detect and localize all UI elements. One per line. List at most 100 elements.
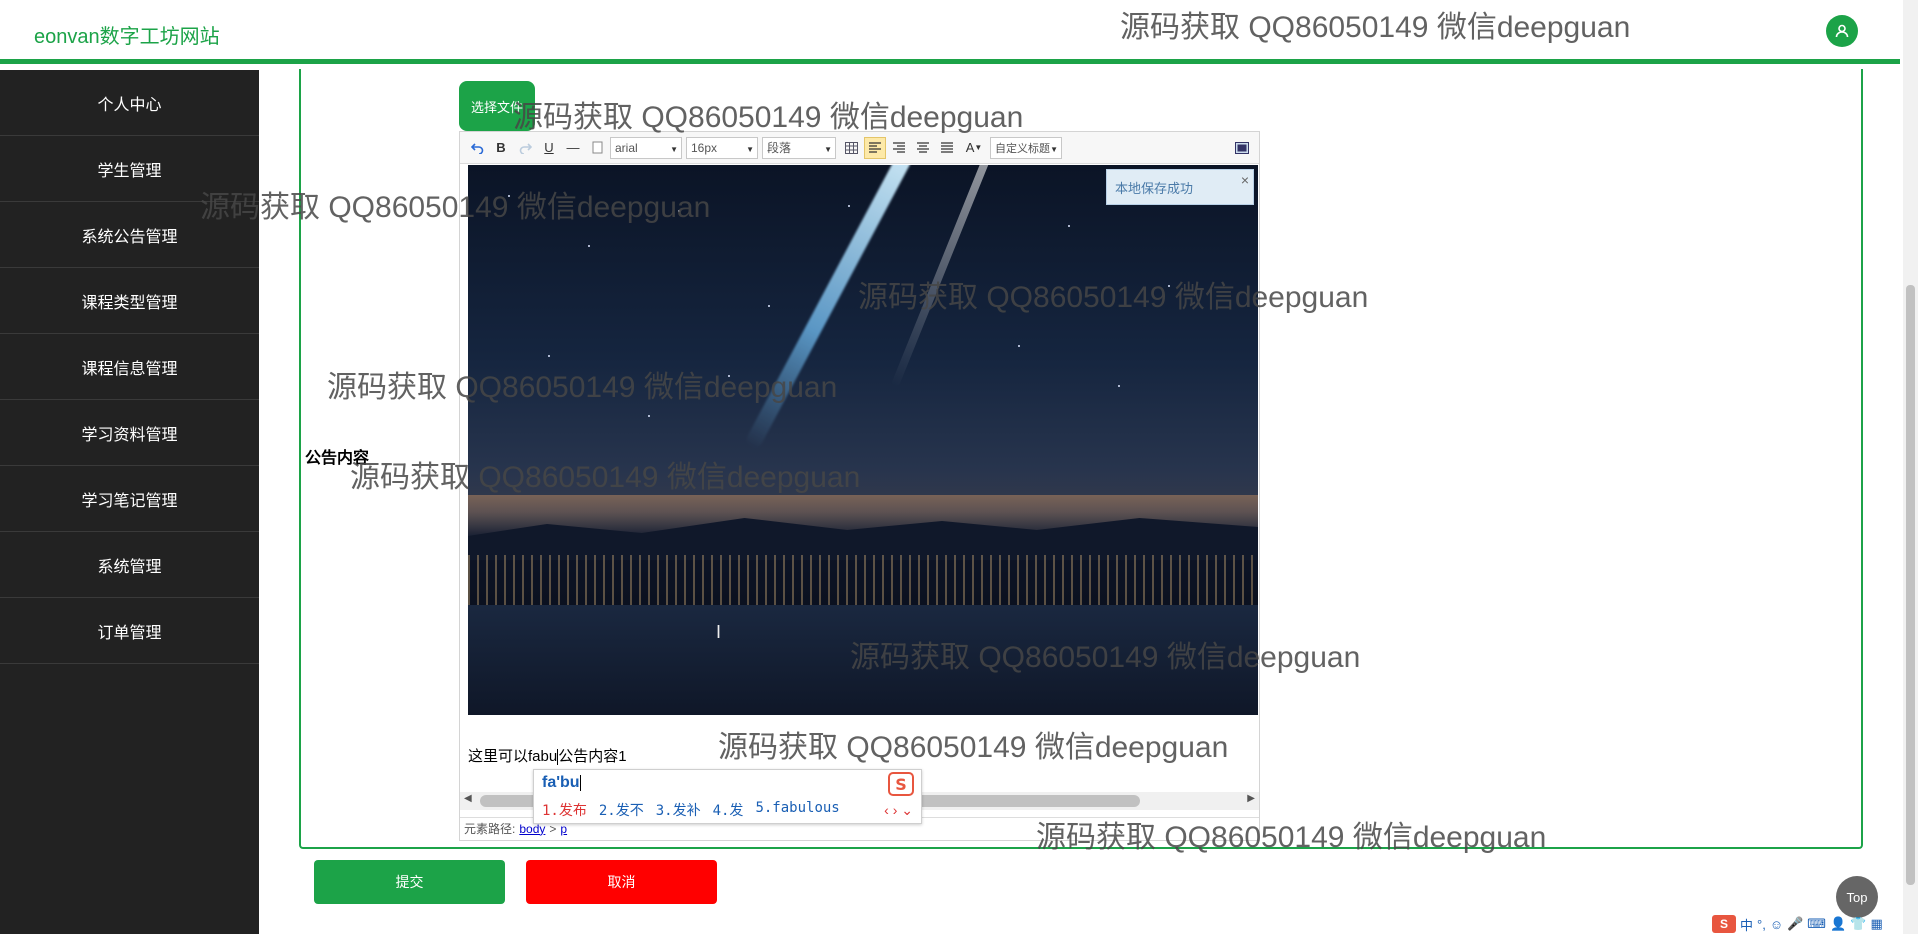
city-lights (468, 555, 1258, 605)
element-path-label: 元素路径: (464, 822, 516, 836)
star (678, 210, 680, 212)
fullscreen-icon[interactable] (1231, 137, 1253, 159)
sidebar-item-system[interactable]: 系统管理 (0, 532, 259, 598)
star (728, 375, 730, 377)
emoji-icon[interactable]: ☺ (1770, 917, 1783, 932)
ime-candidate-window: fa'bu S 1.发布 2.发不 3.发补 4.发 5.fabulous ‹ … (533, 769, 922, 824)
paragraph-select[interactable]: 段落 ▼ (762, 136, 836, 159)
align-justify-icon[interactable] (936, 137, 958, 159)
sidebar-item-materials[interactable]: 学习资料管理 (0, 400, 259, 466)
ime-page-arrows[interactable]: ‹ › ⌄ (884, 802, 913, 819)
ime-pinyin: fa'bu (542, 774, 581, 792)
choose-file-button[interactable]: 选择文件 (459, 81, 535, 131)
back-to-top-button[interactable]: Top (1836, 876, 1878, 918)
star (1168, 285, 1170, 287)
night-sky-image (468, 165, 1258, 715)
close-icon[interactable]: × (1241, 172, 1249, 188)
grid-icon[interactable]: ▦ (1870, 916, 1882, 932)
align-center-icon[interactable] (912, 137, 934, 159)
sidebar-item-course-types[interactable]: 课程类型管理 (0, 268, 259, 334)
top-bar: eonvan数字工坊网站 (0, 0, 1918, 64)
microphone-icon[interactable]: 🎤 (1787, 916, 1803, 932)
sidebar-item-profile[interactable]: 个人中心 (0, 70, 259, 136)
star (848, 205, 850, 207)
sidebar-item-students[interactable]: 学生管理 (0, 136, 259, 202)
font-size-select[interactable]: 16px ▼ (686, 136, 758, 159)
comet-streak (744, 165, 914, 451)
scroll-right-icon[interactable]: ▶ (1247, 793, 1255, 804)
star (1118, 385, 1120, 387)
ime-candidate[interactable]: 5.fabulous (755, 800, 839, 820)
rich-text-editor: B U — arial ▼ 16px ▼ 段落 ▼ A ▼ 自定义标题 ▼ 本地… (459, 131, 1260, 841)
ime-candidates: 1.发布 2.发不 3.发补 4.发 5.fabulous (542, 800, 840, 820)
user-icon (1835, 24, 1849, 38)
text-cursor-icon: I (716, 622, 722, 642)
custom-title-select[interactable]: 自定义标题 ▼ (990, 136, 1062, 159)
chevron-down-icon: ▼ (670, 144, 678, 154)
submit-button[interactable]: 提交 (314, 860, 505, 904)
table-icon[interactable] (840, 137, 862, 159)
star (768, 305, 770, 307)
body-text-typed: 这里可以fabu (468, 748, 558, 765)
editor-body-text[interactable]: 这里可以fabu公告内容1 (468, 745, 627, 766)
bold-icon[interactable]: B (490, 137, 512, 159)
ime-caret (579, 774, 581, 791)
align-left-icon[interactable] (864, 136, 886, 159)
skin-icon[interactable]: 👕 (1850, 916, 1866, 932)
chevron-down-icon: ▼ (1050, 144, 1058, 154)
horizontal-rule-icon[interactable]: — (562, 137, 584, 159)
sidebar: 个人中心 学生管理 系统公告管理 课程类型管理 课程信息管理 学习资料管理 学习… (0, 70, 259, 934)
page-scrollbar[interactable] (1903, 0, 1918, 934)
scroll-left-icon[interactable]: ◀ (464, 793, 472, 804)
ime-punctuation[interactable]: °, (1757, 917, 1766, 932)
content-field-label: 公告内容 (305, 450, 370, 467)
paragraph-value: 段落 (767, 141, 792, 155)
ime-candidate[interactable]: 4.发 (713, 800, 744, 820)
font-size-value: 16px (691, 140, 718, 155)
ime-candidate[interactable]: 1.发布 (542, 800, 587, 820)
custom-title-value: 自定义标题 (995, 142, 1050, 155)
star (648, 415, 650, 417)
save-notice-text: 本地保存成功 (1115, 180, 1194, 196)
ime-status-bar: S 中 °, ☺ 🎤 ⌨ 👤 👕 ▦ (1712, 914, 1883, 934)
editor-toolbar: B U — arial ▼ 16px ▼ 段落 ▼ A ▼ 自定义标题 ▼ (460, 132, 1259, 164)
font-color-icon[interactable]: A ▼ (960, 137, 988, 159)
page-icon[interactable] (586, 137, 608, 159)
user-avatar[interactable] (1826, 15, 1858, 47)
ime-mode[interactable]: 中 (1740, 915, 1753, 934)
star (548, 355, 550, 357)
align-right-icon[interactable] (888, 137, 910, 159)
brand-title[interactable]: eonvan数字工坊网站 (34, 20, 220, 49)
font-family-select[interactable]: arial ▼ (610, 136, 682, 159)
page-scroll-thumb[interactable] (1906, 285, 1915, 885)
undo-icon[interactable] (466, 137, 488, 159)
user-icon[interactable]: 👤 (1830, 916, 1846, 932)
sidebar-item-orders[interactable]: 订单管理 (0, 598, 259, 664)
keyboard-icon[interactable]: ⌨ (1807, 916, 1826, 932)
sogou-logo-icon[interactable]: S (1712, 915, 1736, 933)
star (1018, 345, 1020, 347)
font-family-value: arial (615, 140, 638, 155)
body-text-rest: 公告内容1 (558, 748, 627, 765)
ime-candidate[interactable]: 3.发补 (656, 800, 701, 820)
cancel-button[interactable]: 取消 (526, 860, 717, 904)
star (508, 195, 510, 197)
lake (468, 605, 1258, 715)
comet-streak-faint (890, 165, 996, 388)
redo-icon[interactable] (514, 137, 536, 159)
ime-pinyin-text: fa'bu (542, 774, 580, 791)
sidebar-item-course-info[interactable]: 课程信息管理 (0, 334, 259, 400)
chevron-down-icon: ▼ (824, 144, 832, 154)
underline-icon[interactable]: U (538, 137, 560, 159)
chevron-down-icon: ▼ (746, 144, 754, 154)
star (588, 245, 590, 247)
editor-content[interactable]: 本地保存成功 × 这里可以fabu公告内容1 (460, 165, 1259, 785)
ime-candidate[interactable]: 2.发不 (599, 800, 644, 820)
sogou-logo-icon: S (888, 772, 914, 796)
save-notice: 本地保存成功 × (1106, 169, 1254, 205)
star (1068, 225, 1070, 227)
header-divider (0, 59, 1900, 64)
sidebar-item-announcements[interactable]: 系统公告管理 (0, 202, 259, 268)
sidebar-item-notes[interactable]: 学习笔记管理 (0, 466, 259, 532)
sogou-logo-letter: S (895, 775, 907, 794)
